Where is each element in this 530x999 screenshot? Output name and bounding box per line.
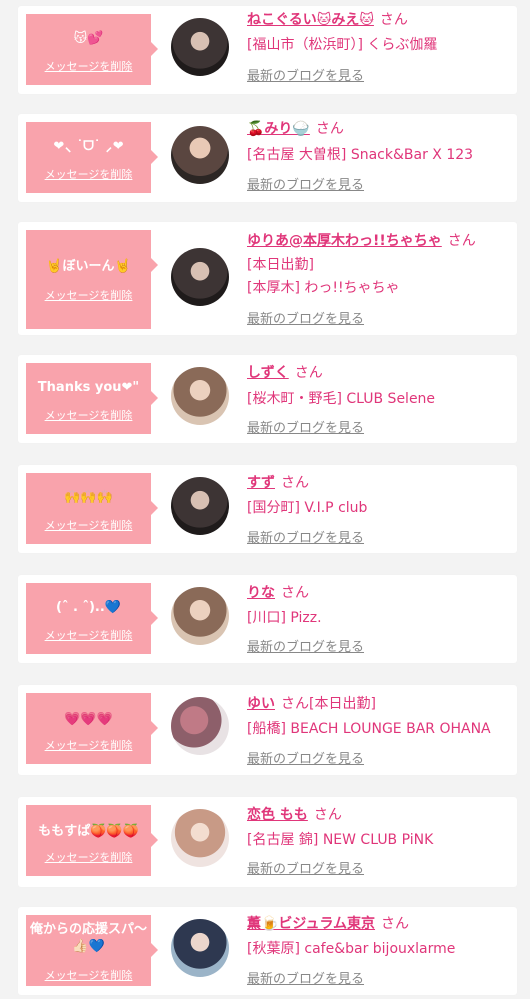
message-text: ❤⸜ ˙ᗜ˙ ⸝❤	[53, 139, 124, 154]
avatar[interactable]	[171, 126, 229, 184]
honorific: さん	[281, 696, 309, 712]
name-line: ねこぐるい🐱みえ🐱 さん	[247, 11, 408, 29]
message-card: ももすぱ🍑🍑🍑 メッセージを削除 恋色 もも さん [名古屋 錦] NEW CLU…	[18, 797, 517, 887]
message-bubble: 💗💗💗 メッセージを削除	[26, 693, 158, 764]
work-status: [本日出勤]	[309, 696, 376, 712]
latest-blog-link[interactable]: 最新のブログを見る	[247, 861, 364, 878]
message-card: 俺からの応援スパ〜👍🏻💙 メッセージを削除 薫🍺ビジュラム東京 さん [秋葉原] …	[18, 907, 517, 995]
delete-message-link[interactable]: メッセージを削除	[26, 737, 151, 753]
delete-message-link[interactable]: メッセージを削除	[26, 407, 151, 423]
message-bubble: ❤⸜ ˙ᗜ˙ ⸝❤ メッセージを削除	[26, 122, 158, 193]
message-bubble: ももすぱ🍑🍑🍑 メッセージを削除	[26, 805, 158, 876]
latest-blog-link[interactable]: 最新のブログを見る	[247, 420, 364, 437]
message-bubble: 🙌🙌🙌 メッセージを削除	[26, 473, 158, 544]
message-list: 😽💕 メッセージを削除 ねこぐるい🐱みえ🐱 さん [福山市（松浜町）] くらぶ伽羅…	[0, 0, 530, 999]
honorific: さん	[281, 475, 309, 491]
delete-message-link[interactable]: メッセージを削除	[26, 517, 151, 533]
shop-info: [本厚木] わっ!!ちゃちゃ	[247, 280, 400, 296]
latest-blog-link[interactable]: 最新のブログを見る	[247, 530, 364, 547]
delete-message-link[interactable]: メッセージを削除	[26, 849, 151, 865]
message-bubble: 😽💕 メッセージを削除	[26, 14, 158, 85]
avatar[interactable]	[171, 697, 229, 755]
message-card: 🙌🙌🙌 メッセージを削除 すず さん [国分町] V.I.P club 最新のブロ…	[18, 465, 517, 553]
message-card: ❤⸜ ˙ᗜ˙ ⸝❤ メッセージを削除 🍒みり🍚 さん [名古屋 大曽根] Snac…	[18, 114, 517, 202]
delete-message-link[interactable]: メッセージを削除	[26, 967, 151, 983]
delete-message-link[interactable]: メッセージを削除	[26, 166, 151, 182]
message-card: 🤘ぼいーん🤘 メッセージを削除 ゆりあ@本厚木わっ!!ちゃちゃ さん [本日出勤]…	[18, 222, 517, 335]
cast-name-link[interactable]: ゆりあ@本厚木わっ!!ちゃちゃ	[247, 233, 442, 249]
shop-info: [桜木町・野毛] CLUB Selene	[247, 391, 436, 407]
message-text: 💗💗💗	[64, 712, 113, 727]
shop-info: [福山市（松浜町）] くらぶ伽羅	[247, 37, 438, 53]
shop-info: [船橋] BEACH LOUNGE BAR OHANA	[247, 721, 491, 737]
message-card: Thanks you❤" メッセージを削除 しずく さん [桜木町・野毛] CLU…	[18, 355, 517, 443]
latest-blog-link[interactable]: 最新のブログを見る	[247, 311, 364, 328]
name-line: 恋色 もも さん	[247, 806, 342, 824]
delete-message-link[interactable]: メッセージを削除	[26, 287, 151, 303]
delete-message-link[interactable]: メッセージを削除	[26, 627, 151, 643]
honorific: さん	[447, 233, 476, 249]
name-line: すず さん	[247, 474, 309, 492]
shop-info: [秋葉原] cafe&bar bijouxlarme	[247, 941, 456, 957]
name-line: 薫🍺ビジュラム東京 さん	[247, 915, 409, 933]
message-card: 😽💕 メッセージを削除 ねこぐるい🐱みえ🐱 さん [福山市（松浜町）] くらぶ伽羅…	[18, 6, 517, 94]
avatar[interactable]	[171, 18, 229, 76]
cast-name-link[interactable]: りな	[247, 585, 275, 601]
avatar[interactable]	[171, 477, 229, 535]
message-text: 俺からの応援スパ〜👍🏻💙	[30, 922, 147, 954]
honorific: さん	[379, 12, 408, 28]
cast-name-link[interactable]: 恋色 もも	[247, 807, 308, 823]
latest-blog-link[interactable]: 最新のブログを見る	[247, 177, 364, 194]
avatar[interactable]	[171, 367, 229, 425]
honorific: さん	[294, 365, 323, 381]
cast-name-link[interactable]: ゆい	[247, 696, 275, 712]
honorific: さん	[313, 807, 342, 823]
honorific: さん	[315, 121, 344, 137]
avatar[interactable]	[171, 919, 229, 977]
message-text: 🤘ぼいーん🤘	[46, 259, 131, 274]
cast-name-link[interactable]: 薫🍺ビジュラム東京	[247, 916, 375, 932]
cast-name-link[interactable]: しずく	[247, 365, 289, 381]
latest-blog-link[interactable]: 最新のブログを見る	[247, 971, 364, 988]
cast-name-link[interactable]: ねこぐるい🐱みえ🐱	[247, 12, 374, 28]
name-line: りな さん	[247, 584, 309, 602]
shop-info: [川口] Pizz.	[247, 610, 322, 626]
message-text: 😽💕	[73, 31, 104, 46]
shop-info: [国分町] V.I.P club	[247, 500, 368, 516]
shop-info: [名古屋 大曽根] Snack&Bar X 123	[247, 147, 474, 163]
honorific: さん	[381, 916, 410, 932]
latest-blog-link[interactable]: 最新のブログを見る	[247, 639, 364, 656]
message-card: 💗💗💗 メッセージを削除 ゆい さん[本日出勤] [船橋] BEACH LOUNG…	[18, 685, 517, 775]
latest-blog-link[interactable]: 最新のブログを見る	[247, 751, 364, 768]
avatar[interactable]	[171, 809, 229, 867]
name-line: しずく さん	[247, 364, 323, 382]
name-line: ゆりあ@本厚木わっ!!ちゃちゃ さん	[247, 232, 476, 250]
message-text: Thanks you❤"	[37, 380, 140, 395]
avatar[interactable]	[171, 248, 229, 306]
delete-message-link[interactable]: メッセージを削除	[26, 58, 151, 74]
name-line: ゆい さん[本日出勤]	[247, 695, 376, 713]
message-text: 🙌🙌🙌	[64, 490, 113, 505]
avatar[interactable]	[171, 587, 229, 645]
message-card: (ˆ . ˆ)..💙 メッセージを削除 りな さん [川口] Pizz. 最新のブ…	[18, 575, 517, 663]
name-line: 🍒みり🍚 さん	[247, 120, 344, 138]
work-status: [本日出勤]	[247, 257, 314, 273]
shop-info: [名古屋 錦] NEW CLUB PiNK	[247, 832, 434, 848]
message-bubble: 🤘ぼいーん🤘 メッセージを削除	[26, 230, 158, 329]
message-bubble: 俺からの応援スパ〜👍🏻💙 メッセージを削除	[26, 915, 158, 986]
message-bubble: Thanks you❤" メッセージを削除	[26, 363, 158, 434]
honorific: さん	[281, 585, 309, 601]
message-text: (ˆ . ˆ)..💙	[56, 600, 121, 615]
message-text: ももすぱ🍑🍑🍑	[38, 824, 139, 839]
cast-name-link[interactable]: すず	[247, 475, 275, 491]
message-bubble: (ˆ . ˆ)..💙 メッセージを削除	[26, 583, 158, 654]
cast-name-link[interactable]: 🍒みり🍚	[247, 121, 310, 137]
latest-blog-link[interactable]: 最新のブログを見る	[247, 68, 364, 85]
